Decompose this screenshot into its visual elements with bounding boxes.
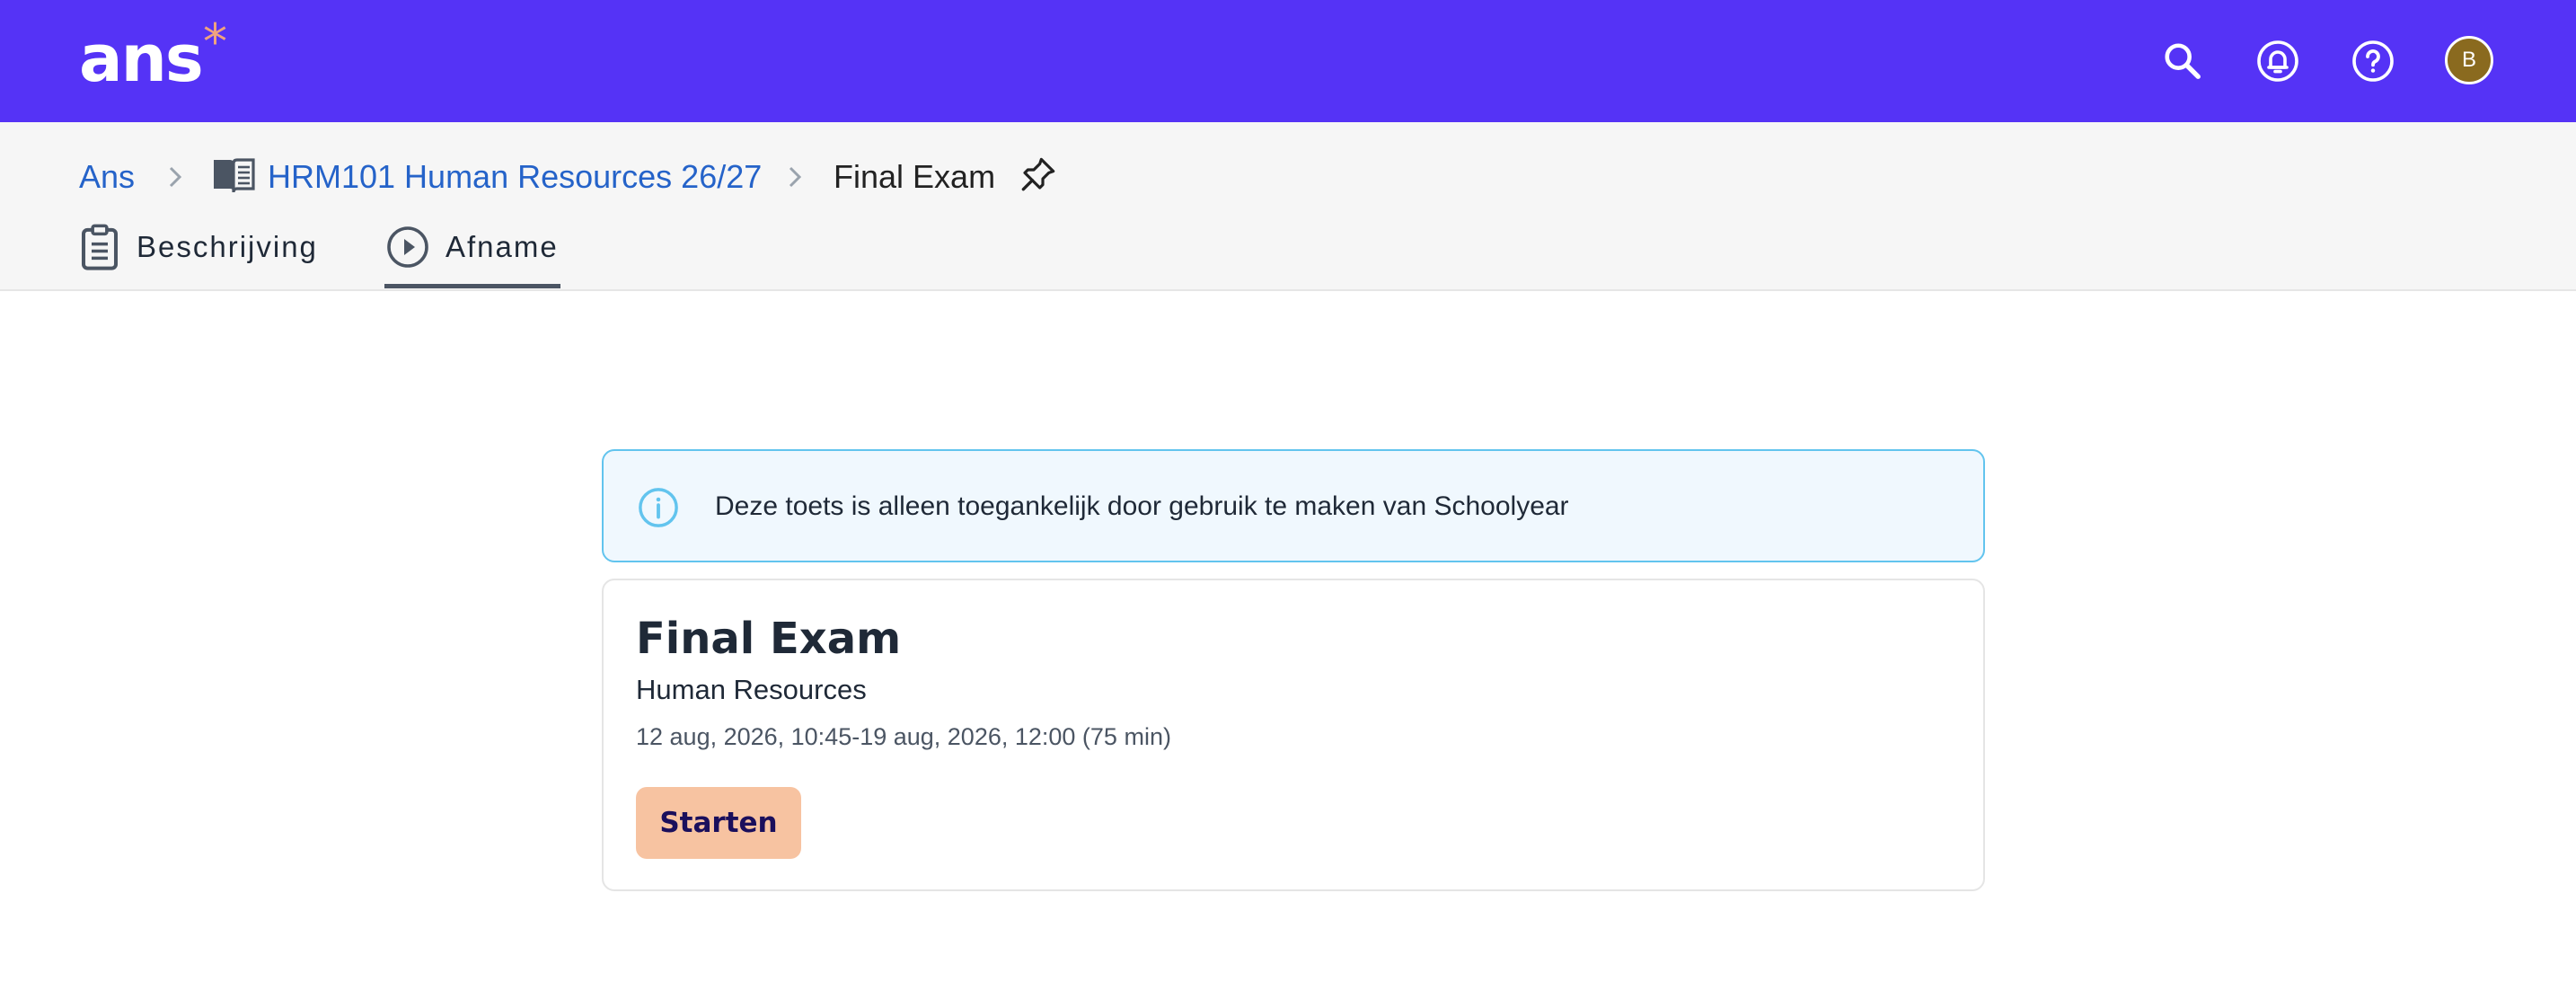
alert-text: Deze toets is alleen toegankelijk door g…	[715, 491, 1569, 521]
start-button[interactable]: Starten	[636, 787, 801, 859]
search-button[interactable]	[2157, 36, 2208, 86]
breadcrumb-course[interactable]: HRM101 Human Resources 26/27	[268, 155, 762, 199]
exam-dates: 12 aug, 2026, 10:45-19 aug, 2026, 12:00 …	[636, 723, 1171, 750]
info-icon	[639, 488, 678, 527]
notifications-button[interactable]	[2253, 36, 2303, 86]
active-tab-indicator	[384, 284, 560, 288]
exam-title: Final Exam	[636, 614, 902, 664]
ans-logo[interactable]: ans *	[79, 13, 227, 97]
tab-label: Afname	[446, 230, 559, 263]
info-alert: Deze toets is alleen toegankelijk door g…	[602, 449, 1985, 562]
page-header: Ans HRM101 Human Resources 26/27 Final E…	[0, 122, 2576, 291]
bell-icon	[2257, 40, 2298, 82]
search-icon	[2165, 43, 2201, 79]
book-icon	[214, 158, 255, 193]
help-icon	[2352, 40, 2394, 82]
tab-afname[interactable]: Afname	[386, 223, 559, 291]
chevron-right-icon	[169, 166, 182, 188]
play-circle-icon	[387, 226, 428, 268]
logo-text: ans	[79, 21, 204, 96]
breadcrumb-current: Final Exam	[834, 158, 996, 195]
user-avatar[interactable]: B	[2445, 36, 2493, 84]
exam-subtitle: Human Resources	[636, 674, 867, 705]
pin-icon[interactable]	[1020, 155, 1056, 194]
clipboard-icon	[81, 224, 119, 270]
exam-card: Final Exam Human Resources 12 aug, 2026,…	[602, 579, 1985, 891]
top-bar: ans * B	[0, 0, 2576, 122]
breadcrumb-root[interactable]: Ans	[79, 155, 135, 199]
tab-beschrijving[interactable]: Beschrijving	[79, 223, 318, 291]
help-button[interactable]	[2348, 36, 2398, 86]
tab-label: Beschrijving	[137, 230, 318, 263]
logo-mark: *	[203, 13, 227, 70]
chevron-right-icon	[789, 166, 802, 188]
